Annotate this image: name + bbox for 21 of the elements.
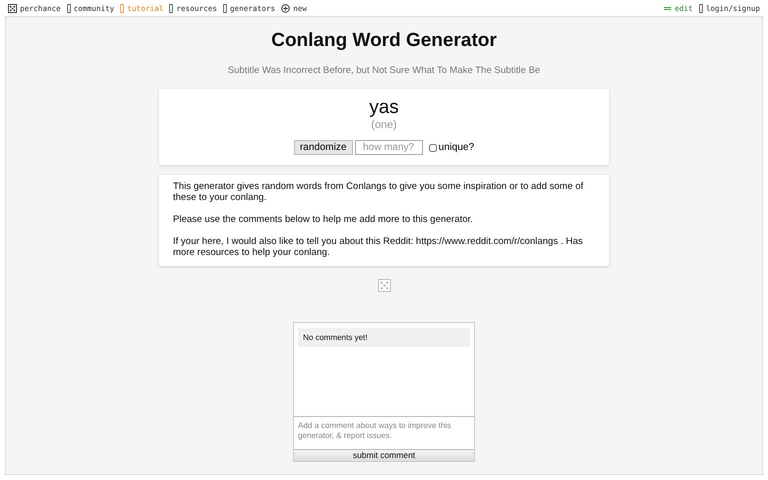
- description-paragraph: If your here, I would also like to tell you about this Reddit: https://www.reddit.com/r/conlangs . Has more resources to help your conlang.: [173, 236, 584, 258]
- unique-checkbox[interactable]: [428, 144, 437, 152]
- box-icon: [120, 4, 124, 12]
- description-paragraph: This generator gives random words from Conlangs to give you some inspiration or to add some of these to your conlang.: [173, 181, 584, 203]
- box-icon: [223, 4, 228, 12]
- plus-icon: [281, 4, 290, 12]
- count-field[interactable]: how many?: [354, 140, 423, 155]
- word-note: (one): [371, 118, 397, 132]
- dice-icon: [8, 4, 17, 12]
- description-paragraph: Please use the comments below to help me add more to this generator.: [173, 214, 474, 225]
- page-subtitle: Subtitle Was Incorrect Before, but Not Sure What To Make The Subtitle Be: [228, 65, 540, 76]
- comments-empty-message: No comments yet!: [298, 328, 470, 347]
- box-icon: [169, 4, 174, 12]
- submit-comment-button[interactable]: submit comment: [294, 449, 474, 461]
- randomize-button[interactable]: randomize: [294, 140, 353, 155]
- unique-label: unique?: [438, 142, 474, 153]
- dice-icon: [378, 279, 390, 292]
- box-icon: [698, 4, 703, 12]
- page-title: Conlang Word Generator: [271, 30, 497, 52]
- generated-word: yas: [369, 98, 399, 118]
- box-icon: [66, 4, 71, 12]
